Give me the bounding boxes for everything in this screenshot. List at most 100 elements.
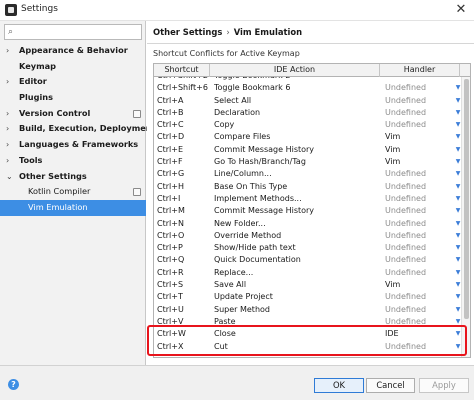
handler-cell: Undefined (385, 292, 427, 302)
table-row[interactable]: Ctrl+P Show/Hide path text Undefined ▼ (154, 242, 470, 254)
table-row[interactable]: Ctrl+C Copy Undefined ▼ (154, 119, 470, 131)
sidebar-item-plugins[interactable]: Plugins (0, 90, 146, 106)
shortcut-cell: Ctrl+X (157, 341, 184, 351)
sidebar-item-label: Plugins (19, 92, 54, 103)
breadcrumb-current: Vim Emulation (233, 27, 303, 37)
handler-cell: Undefined (385, 316, 427, 326)
vertical-scrollbar[interactable] (461, 77, 470, 357)
dialog-footer: ? OK Cancel Apply (0, 365, 474, 400)
settings-sidebar: ⌕ › Appearance & Behavior Keymap › Editor Plu… (0, 21, 156, 365)
table-row[interactable]: Ctrl+I Implement Methods... Undefined ▼ (154, 193, 470, 205)
close-icon[interactable]: ✕ (452, 1, 470, 19)
column-header-handler[interactable]: Handler (380, 64, 460, 77)
ide-action-cell: Compare Files (214, 132, 271, 142)
sidebar-item-label: Version Control (19, 107, 91, 118)
sidebar-item-vim-emulation[interactable]: Vim Emulation (0, 199, 146, 216)
shortcut-cell: Ctrl+P (157, 243, 183, 253)
sidebar-item-keymap[interactable]: Keymap (0, 59, 146, 75)
shortcut-cell: Ctrl+M (157, 206, 185, 216)
ide-action-cell: Go To Hash/Branch/Tag (214, 157, 306, 167)
shortcut-cell: Ctrl+E (157, 144, 183, 154)
breadcrumb-separator: › (226, 27, 230, 37)
table-row[interactable]: Ctrl+F Go To Hash/Branch/Tag Vim ▼ (154, 156, 470, 168)
ide-action-cell: Toggle Bookmark 6 (214, 83, 291, 93)
sidebar-item-version-control[interactable]: › Version Control (0, 106, 146, 122)
column-header-shortcut[interactable]: Shortcut (154, 64, 210, 77)
shortcut-cell: Ctrl+T (157, 292, 183, 302)
shortcut-cell: Ctrl+F (157, 157, 183, 167)
project-scope-icon (133, 188, 141, 197)
apply-button[interactable]: Apply (419, 378, 469, 393)
shortcut-conflicts-table: Shortcut IDE Action Handler Ctrl+Shift+2… (153, 63, 471, 358)
table-row[interactable]: Ctrl+W Close IDE ▼ (154, 328, 470, 340)
scrollbar-thumb[interactable] (464, 79, 469, 319)
search-box[interactable]: ⌕ (4, 24, 142, 40)
ide-action-cell: Quick Documentation (214, 255, 301, 265)
sidebar-item-label: Keymap (19, 60, 57, 71)
table-row[interactable]: Ctrl+H Base On This Type Undefined ▼ (154, 181, 470, 193)
shortcut-cell: Ctrl+Q (157, 255, 185, 265)
table-row[interactable]: Ctrl+Shift+6 Toggle Bookmark 6 Undefined ▼ (154, 82, 470, 94)
title-bar: Settings ✕ (0, 0, 474, 21)
handler-cell: Undefined (385, 304, 427, 314)
handler-cell: Undefined (385, 169, 427, 179)
window-title: Settings (21, 4, 58, 14)
sidebar-item-appearance-behavior[interactable]: › Appearance & Behavior (0, 43, 146, 59)
shortcut-cell: Ctrl+I (157, 193, 181, 203)
chevron-right-icon[interactable]: › (6, 43, 9, 59)
table-row[interactable]: Ctrl+G Line/Column... Undefined ▼ (154, 168, 470, 180)
table-row[interactable]: Ctrl+X Cut Undefined ▼ (154, 341, 470, 353)
handler-cell: Undefined (385, 83, 427, 93)
ok-button[interactable]: OK (314, 378, 364, 393)
ide-action-cell: Save All (214, 280, 247, 290)
breadcrumb: Other Settings › Vim Emulation (153, 27, 302, 37)
sidebar-item-languages-frameworks[interactable]: › Languages & Frameworks (0, 137, 146, 153)
column-header-ide-action[interactable]: IDE Action (210, 64, 380, 77)
table-row[interactable]: Ctrl+B Declaration Undefined ▼ (154, 107, 470, 119)
sidebar-item-editor[interactable]: › Editor (0, 74, 146, 90)
sidebar-item-other-settings[interactable]: ⌄ Other Settings (0, 169, 146, 185)
chevron-right-icon[interactable]: › (6, 74, 9, 90)
sidebar-item-tools[interactable]: › Tools (0, 153, 146, 169)
table-row[interactable]: Ctrl+M Commit Message History Undefined ▼ (154, 205, 470, 217)
table-row[interactable]: Ctrl+E Commit Message History Vim ▼ (154, 144, 470, 156)
sidebar-item-label: Other Settings (19, 170, 87, 181)
sidebar-item-kotlin-compiler[interactable]: Kotlin Compiler (0, 184, 146, 200)
table-row[interactable]: Ctrl+U Super Method Undefined ▼ (154, 304, 470, 316)
table-row[interactable]: Ctrl+S Save All Vim ▼ (154, 279, 470, 291)
shortcut-cell: Ctrl+W (157, 329, 186, 339)
ide-action-cell: Replace... (214, 267, 254, 277)
shortcut-cell: Ctrl+D (157, 132, 185, 142)
handler-cell: Undefined (385, 230, 427, 240)
sidebar-item-label: Kotlin Compiler (28, 186, 91, 197)
handler-cell: Undefined (385, 218, 427, 228)
search-icon: ⌕ (8, 27, 14, 37)
table-row[interactable]: Ctrl+R Replace... Undefined ▼ (154, 267, 470, 279)
handler-cell: Undefined (385, 341, 427, 351)
shortcut-cell: Ctrl+B (157, 107, 184, 117)
table-row[interactable]: Ctrl+Q Quick Documentation Undefined ▼ (154, 254, 470, 266)
sidebar-item-build-execution-deployment[interactable]: › Build, Execution, Deployment (0, 121, 156, 137)
chevron-down-icon[interactable]: ⌄ (6, 169, 13, 185)
ide-action-cell: Override Method (214, 230, 282, 240)
shortcut-cell: Ctrl+H (157, 181, 184, 191)
shortcut-cell: Ctrl+C (157, 120, 184, 130)
table-row[interactable]: Ctrl+N New Folder... Undefined ▼ (154, 218, 470, 230)
help-icon[interactable]: ? (8, 379, 19, 390)
shortcut-cell: Ctrl+V (157, 316, 184, 326)
chevron-right-icon[interactable]: › (6, 137, 9, 153)
sidebar-item-label: Editor (19, 76, 47, 87)
table-row[interactable]: Ctrl+A Select All Undefined ▼ (154, 95, 470, 107)
handler-cell: Vim (385, 144, 401, 154)
table-row[interactable]: Ctrl+D Compare Files Vim ▼ (154, 131, 470, 143)
table-row[interactable]: Ctrl+V Paste Undefined ▼ (154, 316, 470, 328)
table-row[interactable]: Ctrl+T Update Project Undefined ▼ (154, 291, 470, 303)
handler-cell: Undefined (385, 267, 427, 277)
sidebar-item-label: Tools (19, 154, 43, 165)
chevron-right-icon[interactable]: › (6, 106, 9, 122)
chevron-right-icon[interactable]: › (6, 153, 9, 169)
table-row[interactable]: Ctrl+O Override Method Undefined ▼ (154, 230, 470, 242)
chevron-right-icon[interactable]: › (6, 121, 9, 137)
cancel-button[interactable]: Cancel (366, 378, 415, 393)
search-input[interactable] (19, 26, 137, 38)
